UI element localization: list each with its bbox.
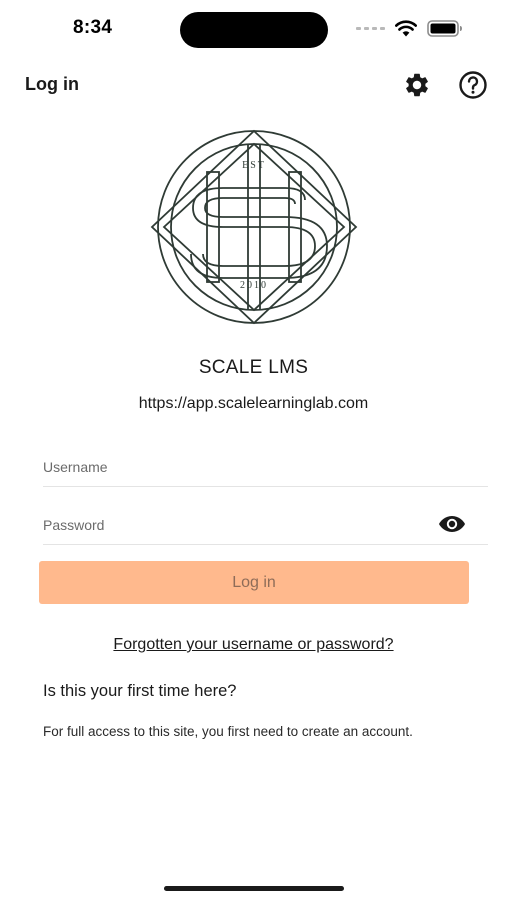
site-url: https://app.scalelearninglab.com [138, 395, 369, 412]
status-bar: 8:34 [0, 0, 507, 60]
eye-icon [439, 516, 465, 532]
password-input[interactable] [43, 505, 488, 544]
dynamic-island [180, 12, 328, 48]
page-title: Log in [25, 74, 79, 94]
show-password-button[interactable] [438, 514, 466, 534]
app-header: Log in [0, 60, 507, 108]
status-time: 8:34 [73, 17, 113, 38]
status-icons [356, 20, 463, 37]
question-circle-icon [459, 71, 487, 99]
wifi-icon [395, 20, 417, 37]
signal-dots-icon [356, 27, 385, 30]
help-button[interactable] [458, 70, 488, 100]
username-input[interactable] [43, 447, 488, 486]
first-time-text: For full access to this site, you first … [43, 724, 413, 739]
battery-icon [427, 20, 462, 37]
logo-year-text: 2010 [240, 280, 268, 291]
logo-est-text: EST [242, 160, 266, 171]
settings-button[interactable] [402, 70, 432, 100]
home-indicator[interactable] [164, 886, 344, 891]
login-button[interactable]: Log in [39, 561, 469, 604]
first-time-heading: Is this your first time here? [43, 682, 237, 700]
gear-icon [406, 73, 428, 97]
scale-logo: EST 2010 [135, 128, 373, 326]
forgot-credentials-link[interactable]: Forgotten your username or password? [0, 636, 507, 654]
username-field-wrapper [43, 447, 488, 487]
site-name: SCALE LMS [198, 357, 309, 378]
password-field-wrapper [43, 505, 488, 545]
